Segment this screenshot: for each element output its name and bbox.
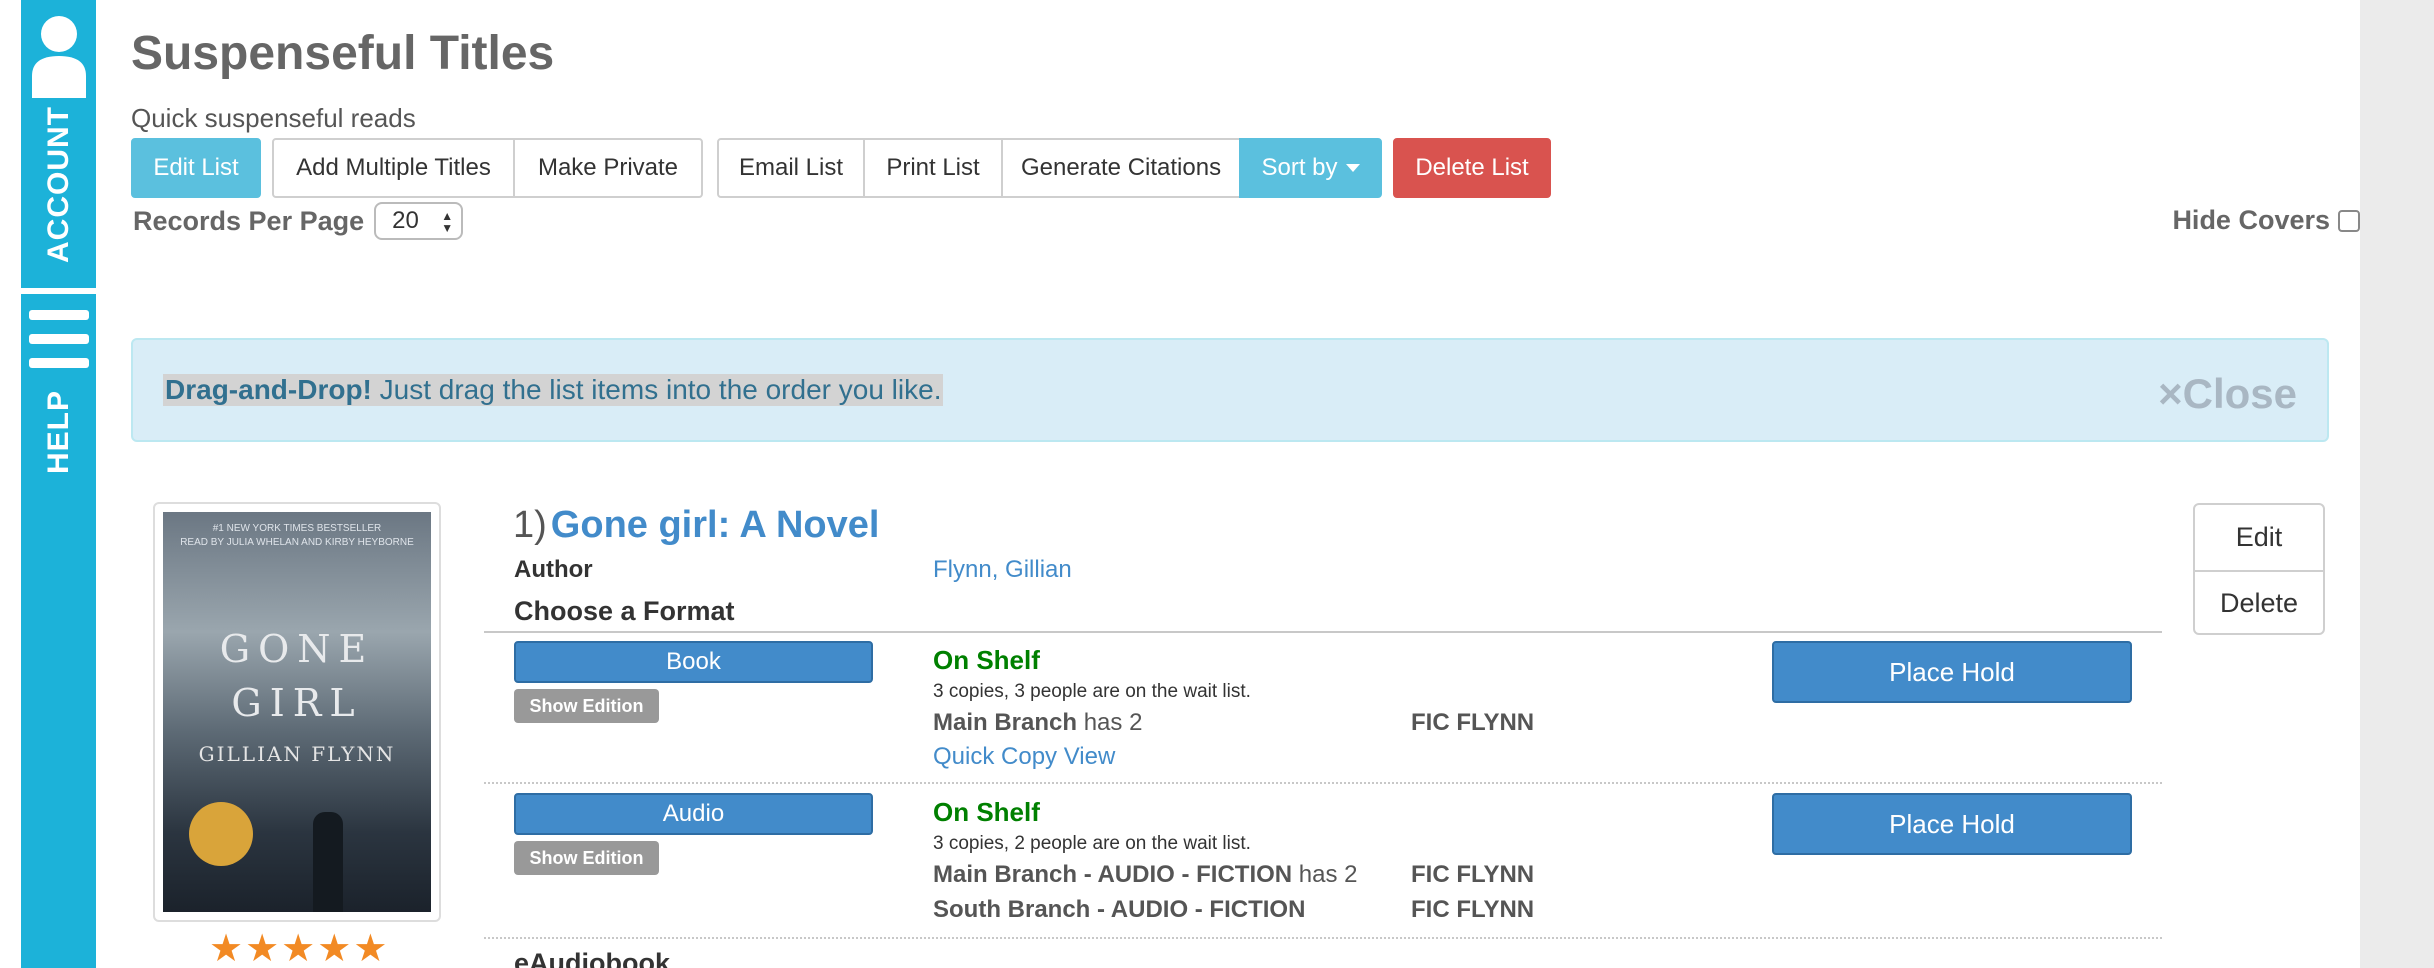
records-per-page: Records Per Page 20 ▲ ▼ [133, 202, 464, 240]
delete-item-button[interactable]: Delete [2195, 570, 2323, 635]
item-title-link[interactable]: Gone girl: A Novel [551, 504, 880, 547]
select-arrows-icon: ▲ ▼ [441, 209, 454, 235]
hide-covers-checkbox[interactable] [2338, 209, 2360, 232]
records-per-page-select[interactable]: 20 ▲ ▼ [374, 202, 464, 240]
call-number: FIC FLYNN [1411, 709, 1535, 736]
location-name: South Branch - AUDIO - FICTION [933, 896, 1306, 923]
print-list-button[interactable]: Print List [863, 138, 1003, 198]
star-icon: ★ [245, 928, 280, 968]
star-icon: ★ [209, 928, 244, 968]
location-count: has 2 [1292, 861, 1358, 888]
call-number: FIC FLYNN [1411, 896, 1535, 923]
format-row-book: Book Show Edition On Shelf 3 copies, 3 p… [484, 633, 2162, 781]
format-book-button[interactable]: Book [514, 641, 873, 683]
delete-list-button[interactable]: Delete List [1393, 138, 1551, 198]
right-gutter [2360, 0, 2434, 968]
show-edition-button[interactable]: Show Edition [514, 689, 659, 723]
item-number: 1) [513, 504, 547, 546]
sort-by-label: Sort by [1261, 154, 1338, 181]
author-label: Author [514, 556, 593, 583]
format-separator [484, 782, 2162, 784]
place-hold-button[interactable]: Place Hold [1772, 641, 2132, 703]
page: ACCOUNT HELP Suspenseful Titles Quick su… [0, 0, 2434, 968]
help-tab-label: HELP [41, 390, 75, 475]
alert-message: Drag-and-Drop! Just drag the list items … [163, 374, 944, 406]
location-count: has 2 [1077, 709, 1143, 736]
caret-down-icon [1345, 164, 1360, 172]
show-edition-button[interactable]: Show Edition [514, 841, 659, 875]
help-tab[interactable]: HELP [21, 288, 96, 968]
item-actions: Edit Delete [2193, 503, 2325, 635]
side-tabs: ACCOUNT HELP [21, 0, 96, 968]
cover-tagline-line1: #1 NEW YORK TIMES BESTSELLER [212, 523, 382, 534]
menu-icon [28, 310, 89, 368]
item-heading: 1) Gone girl: A Novel [513, 504, 879, 547]
rating-stars[interactable]: ★ ★ ★ ★ ★ [209, 930, 387, 968]
sort-by-dropdown[interactable]: Sort by [1239, 138, 1382, 198]
drag-drop-alert: Drag-and-Drop! Just drag the list items … [131, 338, 2329, 442]
location: South Branch - AUDIO - FICTION [933, 896, 1305, 924]
author-link[interactable]: Flynn, Gillian [933, 556, 1072, 584]
list-toolbar: Edit List Add Multiple Titles Make Priva… [131, 138, 1551, 198]
cover-author: GILLIAN FLYNN [198, 742, 396, 766]
hide-covers-label: Hide Covers [2172, 205, 2330, 235]
alert-body: Just drag the list items into the order … [371, 374, 942, 405]
availability-status: On Shelf [933, 797, 1040, 827]
format-separator [484, 937, 2162, 939]
add-multiple-titles-button[interactable]: Add Multiple Titles [272, 138, 515, 198]
email-list-button[interactable]: Email List [717, 138, 865, 198]
location-name: Main Branch - AUDIO - FICTION [933, 861, 1293, 888]
cover-figure [313, 812, 343, 912]
location: Main Branch has 2 [933, 709, 1142, 737]
page-title: Suspenseful Titles [131, 27, 555, 80]
list-description: Quick suspenseful reads [131, 103, 416, 133]
generate-citations-button[interactable]: Generate Citations [1001, 138, 1241, 198]
availability-status: On Shelf [933, 645, 1040, 675]
star-icon: ★ [281, 928, 316, 968]
call-number: FIC FLYNN [1411, 861, 1535, 888]
account-tab[interactable]: ACCOUNT [21, 0, 96, 288]
cover-tagline: #1 NEW YORK TIMES BESTSELLER READ BY JUL… [163, 522, 431, 550]
format-row-audio: Audio Show Edition On Shelf 3 copies, 2 … [484, 785, 2162, 935]
location-name: Main Branch [933, 709, 1078, 736]
records-per-page-value: 20 [392, 207, 419, 234]
location: Main Branch - AUDIO - FICTION has 2 [933, 861, 1358, 889]
cover-tagline-line2: READ BY JULIA WHELAN AND KIRBY HEYBORNE [180, 537, 414, 548]
user-icon [31, 16, 86, 98]
star-icon: ★ [317, 928, 352, 968]
format-audio-button[interactable]: Audio [514, 793, 873, 835]
records-per-page-label: Records Per Page [133, 205, 365, 236]
star-icon: ★ [353, 928, 388, 968]
copies-info: 3 copies, 3 people are on the wait list. [933, 681, 1251, 702]
cover-title: GONE GIRL [163, 622, 431, 730]
alert-close-button[interactable]: ×Close [2158, 370, 2297, 418]
cover-sticker [189, 802, 253, 866]
place-hold-button[interactable]: Place Hold [1772, 793, 2132, 855]
account-tab-label: ACCOUNT [41, 106, 75, 263]
format-eaudiobook-label: eAudiobook [514, 948, 670, 968]
hide-covers: Hide Covers [2172, 205, 2360, 236]
edit-item-button[interactable]: Edit [2195, 505, 2323, 570]
cover-image: #1 NEW YORK TIMES BESTSELLER READ BY JUL… [163, 512, 431, 912]
book-cover[interactable]: #1 NEW YORK TIMES BESTSELLER READ BY JUL… [153, 502, 441, 922]
choose-format-label: Choose a Format [514, 596, 735, 626]
alert-strong: Drag-and-Drop! [165, 374, 372, 405]
copies-info: 3 copies, 2 people are on the wait list. [933, 833, 1251, 854]
edit-list-button[interactable]: Edit List [131, 138, 261, 198]
cover-title-line2: GIRL [231, 681, 363, 725]
quick-copy-view-link[interactable]: Quick Copy View [933, 743, 1115, 771]
make-private-button[interactable]: Make Private [513, 138, 703, 198]
cover-title-line1: GONE [219, 627, 375, 671]
